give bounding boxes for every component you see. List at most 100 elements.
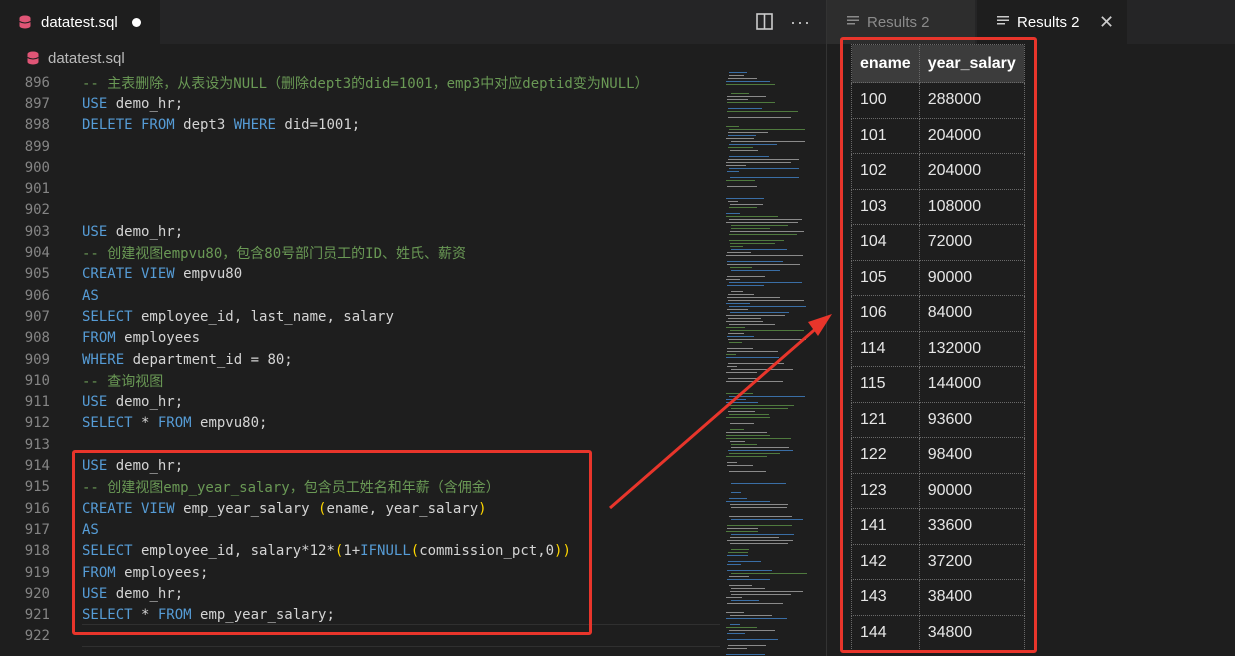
minimap-line	[730, 312, 789, 313]
code-line[interactable]: 908 FROM employees	[0, 328, 720, 349]
minimap-line	[731, 270, 780, 271]
minimap-line	[727, 528, 758, 529]
code-line[interactable]: 912 SELECT * FROM empvu80;	[0, 413, 720, 434]
minimap-line	[731, 291, 743, 292]
minimap-line	[730, 543, 788, 544]
minimap-line	[727, 540, 793, 541]
minimap-line	[727, 309, 748, 310]
code-line[interactable]: 906 AS	[0, 285, 720, 306]
minimap-line	[730, 441, 745, 442]
minimap-line	[727, 366, 737, 367]
code-token: employee_id, last_name, salary	[132, 308, 394, 325]
code-token: empvu80	[174, 266, 243, 283]
annotation-highlight-box	[72, 450, 592, 635]
minimap-line	[731, 573, 807, 574]
split-editor-icon[interactable]	[756, 13, 773, 35]
line-number: 907	[24, 308, 50, 325]
code-token: USE	[82, 223, 108, 240]
code-line[interactable]: 903 USE demo_hr;	[0, 221, 720, 242]
line-number: 918	[24, 543, 50, 560]
minimap-line	[731, 492, 741, 493]
line-number: 914	[24, 458, 50, 475]
minimap[interactable]	[722, 72, 812, 656]
line-number: 913	[24, 436, 50, 453]
breadcrumb[interactable]: datatest.sql	[0, 44, 826, 72]
code-line[interactable]: 911 USE demo_hr;	[0, 392, 720, 413]
minimap-line	[727, 336, 754, 337]
minimap-line	[728, 333, 744, 334]
code-token: demo_hr;	[107, 95, 184, 112]
minimap-line	[727, 264, 800, 265]
editor-tabbar: datatest.sql ···	[0, 0, 826, 44]
minimap-line	[730, 330, 804, 331]
minimap-line	[727, 261, 783, 262]
line-number: 898	[24, 117, 50, 134]
code-line[interactable]: 905 CREATE VIEW empvu80	[0, 264, 720, 285]
minimap-line	[726, 321, 763, 322]
code-line[interactable]: 897 USE demo_hr;	[0, 93, 720, 114]
code-line[interactable]: 910 -- 查询视图	[0, 370, 720, 391]
minimap-line	[731, 594, 791, 595]
editor-pane: datatest.sql ··· datatest.sql 896 -- 主表删除…	[0, 0, 826, 656]
code-line[interactable]: 907 SELECT employee_id, last_name, salary	[0, 306, 720, 327]
line-number: 916	[24, 500, 50, 517]
minimap-line	[730, 204, 763, 205]
minimap-line	[726, 198, 764, 199]
line-number: 915	[24, 479, 50, 496]
line-number: 897	[24, 95, 50, 112]
code-token: demo_hr;	[107, 223, 184, 240]
minimap-line	[731, 549, 749, 550]
code-line[interactable]: 899	[0, 136, 720, 157]
minimap-line	[726, 618, 787, 619]
code-line[interactable]: 898 DELETE FROM dept3 WHERE did=1001;	[0, 115, 720, 136]
code-token: SELECT	[82, 415, 133, 432]
annotation-highlight-box	[840, 37, 1037, 653]
line-number: 911	[24, 394, 50, 411]
minimap-line	[728, 300, 804, 301]
minimap-line	[726, 597, 742, 598]
minimap-line	[726, 279, 740, 280]
minimap-line	[730, 231, 804, 232]
more-actions-icon[interactable]: ···	[790, 12, 811, 33]
minimap-line	[729, 414, 769, 415]
close-icon[interactable]: ✕	[1099, 12, 1114, 33]
minimap-line	[730, 504, 788, 505]
minimap-line	[726, 216, 778, 217]
minimap-line	[726, 402, 758, 403]
minimap-line	[728, 201, 738, 202]
minimap-line	[727, 603, 783, 604]
minimap-line	[726, 531, 758, 532]
minimap-line	[727, 525, 792, 526]
line-number: 902	[24, 202, 50, 219]
tab-label: Results 2	[867, 13, 930, 31]
minimap-line	[731, 369, 793, 370]
minimap-line	[730, 243, 775, 244]
minimap-line	[729, 306, 806, 307]
minimap-line	[728, 450, 793, 451]
editor-scrollbar[interactable]	[812, 72, 826, 656]
minimap-line	[731, 507, 787, 508]
minimap-line	[731, 93, 749, 94]
code-line[interactable]: 900	[0, 157, 720, 178]
minimap-line	[729, 72, 747, 73]
code-line[interactable]: 904 -- 创建视图empvu80，包含80号部门员工的ID、姓氏、薪资	[0, 242, 720, 263]
minimap-line	[728, 117, 791, 118]
code-token: CREATE VIEW	[82, 266, 175, 283]
minimap-line	[731, 444, 757, 445]
code-line[interactable]: 902	[0, 200, 720, 221]
code-line[interactable]: 896 -- 主表删除，从表设为NULL（删除dept3的did=1001，emp…	[0, 72, 720, 93]
code-line[interactable]: 909 WHERE department_id = 80;	[0, 349, 720, 370]
minimap-line	[727, 648, 747, 649]
line-number: 920	[24, 585, 50, 602]
minimap-line	[727, 276, 765, 277]
minimap-line	[729, 585, 752, 586]
editor-tab[interactable]: datatest.sql	[0, 0, 160, 44]
unsaved-dot-icon[interactable]	[131, 17, 141, 27]
minimap-line	[729, 516, 792, 517]
minimap-line	[729, 75, 744, 76]
minimap-line	[728, 132, 768, 133]
code-line[interactable]: 901	[0, 179, 720, 200]
minimap-line	[727, 633, 745, 634]
minimap-line	[727, 462, 737, 463]
minimap-line	[729, 630, 775, 631]
